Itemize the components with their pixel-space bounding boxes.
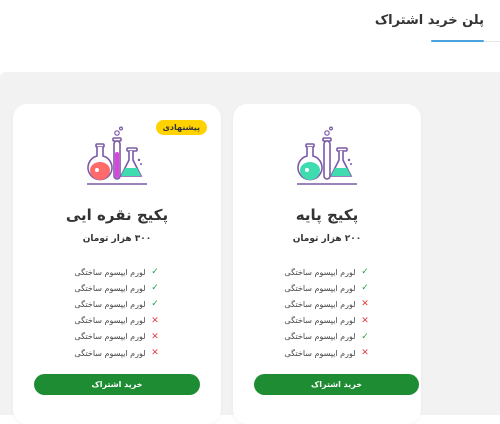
feature-label: لورم ایپسوم ساختگی — [74, 267, 146, 277]
check-icon: ✓ — [151, 299, 159, 310]
feature-list: ✓ لورم ایپسوم ساختگی ✓ لورم ایپسوم ساختگی … — [233, 264, 421, 361]
feature-item: ✓ لورم ایپسوم ساختگی — [233, 329, 421, 345]
buy-subscription-button[interactable]: خرید اشتراک — [34, 374, 200, 395]
feature-item: ✓ لورم ایپسوم ساختگی — [13, 280, 221, 296]
cross-icon: ✕ — [151, 331, 159, 342]
feature-label: لورم ایپسوم ساختگی — [284, 299, 356, 309]
feature-item: ✕ لورم ایپسوم ساختگی — [233, 345, 421, 361]
feature-label: لورم ایپسوم ساختگی — [74, 283, 146, 293]
feature-item: ✕ لورم ایپسوم ساختگی — [13, 345, 221, 361]
feature-item: ✕ لورم ایپسوم ساختگی — [13, 329, 221, 345]
check-icon: ✓ — [151, 267, 159, 278]
feature-item: ✓ لورم ایپسوم ساختگی — [13, 296, 221, 312]
feature-item: ✕ لورم ایپسوم ساختگی — [13, 313, 221, 329]
feature-item: ✓ لورم ایپسوم ساختگی — [233, 280, 421, 296]
title-underline — [431, 40, 484, 42]
plan-card-silver: پیشنهادی پکیج نقره ایی ۳۰۰ هزار تومان ✓ ل… — [13, 104, 221, 424]
feature-item: ✓ لورم ایپسوم ساختگی — [233, 264, 421, 280]
plan-name: پکیج نقره ایی — [65, 206, 169, 224]
title-divider — [484, 41, 500, 42]
feature-label: لورم ایپسوم ساختگی — [74, 316, 146, 326]
feature-item: ✕ لورم ایپسوم ساختگی — [233, 313, 421, 329]
cross-icon: ✕ — [361, 348, 369, 359]
feature-label: لورم ایپسوم ساختگی — [284, 316, 356, 326]
page-title: پلن خرید اشتراک — [374, 13, 484, 28]
check-icon: ✓ — [361, 267, 369, 278]
feature-label: لورم ایپسوم ساختگی — [74, 299, 146, 309]
plan-price: ۲۰۰ هزار تومان — [292, 234, 362, 244]
plan-name: پکیج پایه — [295, 206, 359, 224]
lab-flasks-icon — [297, 126, 357, 185]
feature-label: لورم ایپسوم ساختگی — [284, 332, 356, 342]
feature-item: ✓ لورم ایپسوم ساختگی — [13, 264, 221, 280]
check-icon: ✓ — [361, 331, 369, 342]
cross-icon: ✕ — [361, 315, 369, 326]
plan-price: ۳۰۰ هزار تومان — [82, 234, 152, 244]
cross-icon: ✕ — [151, 348, 159, 359]
check-icon: ✓ — [151, 283, 159, 294]
feature-list: ✓ لورم ایپسوم ساختگی ✓ لورم ایپسوم ساختگی … — [13, 264, 221, 361]
feature-label: لورم ایپسوم ساختگی — [284, 283, 356, 293]
buy-subscription-button[interactable]: خرید اشتراک — [254, 374, 419, 395]
lab-flasks-icon — [87, 126, 147, 185]
feature-label: لورم ایپسوم ساختگی — [284, 348, 356, 358]
check-icon: ✓ — [361, 283, 369, 294]
feature-item: ✕ لورم ایپسوم ساختگی — [233, 296, 421, 312]
cross-icon: ✕ — [151, 315, 159, 326]
feature-label: لورم ایپسوم ساختگی — [284, 267, 356, 277]
cross-icon: ✕ — [361, 299, 369, 310]
recommended-badge: پیشنهادی — [155, 120, 207, 135]
feature-label: لورم ایپسوم ساختگی — [74, 348, 146, 358]
plan-card-basic: پکیج پایه ۲۰۰ هزار تومان ✓ لورم ایپسوم سا… — [233, 104, 421, 424]
feature-label: لورم ایپسوم ساختگی — [74, 332, 146, 342]
